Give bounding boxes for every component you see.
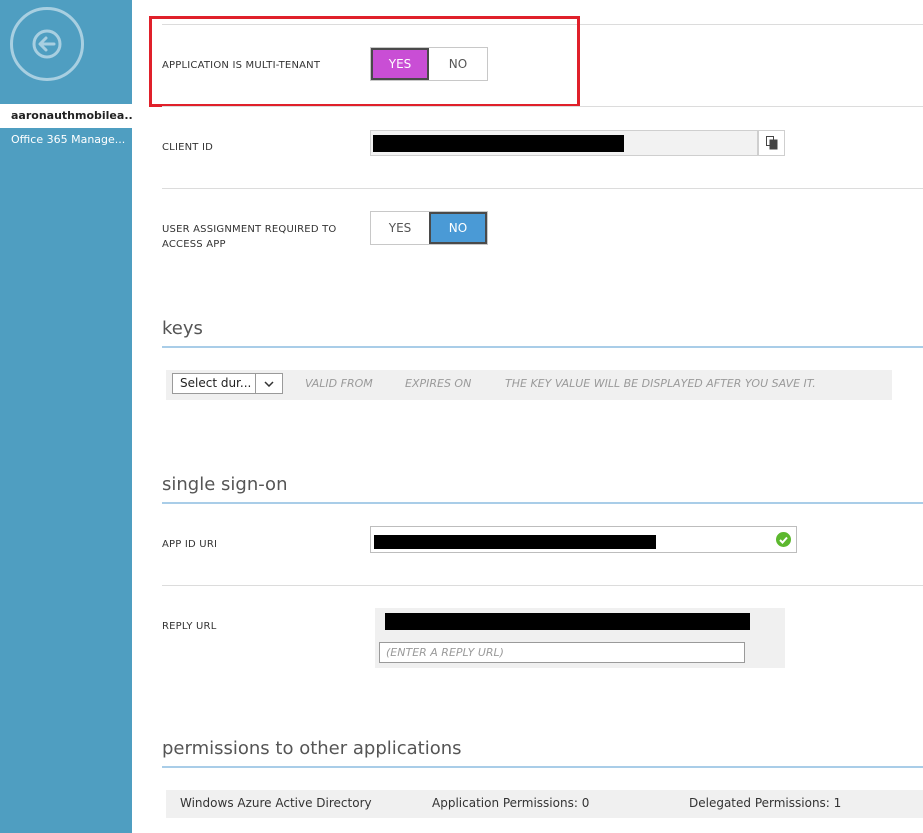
divider (162, 188, 923, 189)
copy-icon (765, 136, 777, 150)
reply-url-block: (ENTER A REPLY URL) (375, 608, 785, 668)
copy-client-id-button[interactable] (758, 130, 785, 156)
keys-section-rule (162, 346, 923, 348)
check-icon (776, 532, 791, 547)
sidebar-item-aaronauthmobile[interactable]: aaronauthmobilea... (0, 104, 132, 128)
application-permissions-count: Application Permissions: 0 (432, 796, 590, 810)
key-value-note: THE KEY VALUE WILL BE DISPLAYED AFTER YO… (505, 377, 816, 390)
reply-url-label: REPLY URL (162, 621, 217, 632)
sidebar-item-office365[interactable]: Office 365 Manage... (0, 128, 132, 152)
user-assignment-yes-option[interactable]: YES (371, 212, 429, 244)
divider (162, 106, 923, 107)
user-assignment-label: USER ASSIGNMENT REQUIRED TO ACCESS APP (162, 222, 336, 252)
reply-url-input[interactable]: (ENTER A REPLY URL) (379, 642, 745, 663)
user-assignment-no-option[interactable]: NO (429, 212, 487, 244)
expires-on-header: EXPIRES ON (405, 377, 472, 390)
sidebar: aaronauthmobilea... Office 365 Manage... (0, 0, 132, 833)
sso-section-rule (162, 502, 923, 504)
client-id-label: CLIENT ID (162, 142, 214, 153)
chevron-down-icon[interactable] (255, 374, 282, 393)
highlight-annotation (149, 16, 580, 107)
arrow-left-icon (32, 29, 62, 59)
keys-section-title: keys (162, 318, 203, 339)
main-content: APPLICATION IS MULTI-TENANT YES NO CLIEN… (132, 0, 923, 833)
app-id-uri-field[interactable] (370, 526, 797, 553)
user-assignment-toggle[interactable]: YES NO (370, 211, 488, 245)
client-id-field[interactable] (370, 130, 758, 156)
delegated-permissions-count: Delegated Permissions: 1 (689, 796, 842, 810)
sso-section-title: single sign-on (162, 474, 288, 495)
redacted-client-id (373, 135, 624, 152)
key-duration-select[interactable]: Select dur... (172, 373, 283, 394)
valid-from-header: VALID FROM (305, 377, 373, 390)
redacted-reply-url (385, 613, 750, 630)
divider (162, 585, 923, 586)
permissions-section-title: permissions to other applications (162, 738, 462, 759)
permission-app-name: Windows Azure Active Directory (180, 796, 372, 810)
key-duration-value: Select dur... (180, 376, 252, 390)
user-assignment-label-line1: USER ASSIGNMENT REQUIRED TO (162, 224, 337, 235)
user-assignment-label-line2: ACCESS APP (162, 239, 226, 250)
back-button[interactable] (10, 7, 84, 81)
permission-row[interactable]: Windows Azure Active Directory Applicati… (166, 790, 923, 818)
redacted-app-id-uri (374, 535, 656, 549)
permissions-section-rule (162, 766, 923, 768)
app-id-uri-label: APP ID URI (162, 539, 218, 550)
keys-row: Select dur... VALID FROM EXPIRES ON THE … (166, 370, 892, 400)
